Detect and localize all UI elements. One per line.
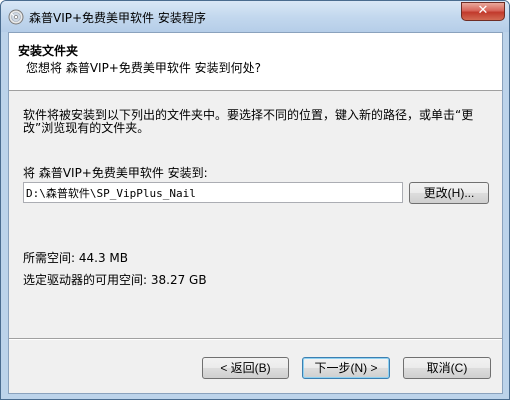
back-button[interactable]: < 返回(B) bbox=[202, 357, 289, 379]
next-button[interactable]: 下一步(N) > bbox=[302, 357, 390, 379]
dialog-client-area: 安装文件夹 您想将 森普VIP+免费美甲软件 安装到何处? 软件将被安装到以下列… bbox=[8, 32, 503, 394]
installer-window: 森普VIP+免费美甲软件 安装程序 ✕ 安装文件夹 您想将 森普VIP+免费美甲… bbox=[0, 0, 510, 400]
available-space-text: 选定驱动器的可用空间: 38.27 GB bbox=[23, 273, 207, 287]
change-folder-button[interactable]: 更改(H)... bbox=[409, 182, 489, 204]
install-folder-label: 将 森普VIP+免费美甲软件 安装到: bbox=[23, 166, 208, 180]
install-path-input[interactable] bbox=[23, 182, 403, 203]
page-subtitle: 您想将 森普VIP+免费美甲软件 安装到何处? bbox=[26, 61, 262, 75]
required-space-text: 所需空间: 44.3 MB bbox=[23, 251, 128, 265]
page-title: 安装文件夹 bbox=[18, 44, 79, 58]
close-button[interactable]: ✕ bbox=[461, 2, 505, 21]
window-title: 森普VIP+免费美甲软件 安装程序 bbox=[29, 11, 206, 25]
installer-cd-icon bbox=[8, 9, 24, 25]
footer-divider bbox=[9, 338, 502, 340]
page-header: 安装文件夹 您想将 森普VIP+免费美甲软件 安装到何处? bbox=[9, 33, 502, 91]
title-bar[interactable]: 森普VIP+免费美甲软件 安装程序 ✕ bbox=[1, 1, 509, 32]
close-icon: ✕ bbox=[477, 3, 489, 18]
install-description: 软件将被安装到以下列出的文件夹中。要选择不同的位置，键入新的路径，或单击“更改”… bbox=[23, 108, 474, 135]
cancel-button[interactable]: 取消(C) bbox=[403, 357, 491, 379]
